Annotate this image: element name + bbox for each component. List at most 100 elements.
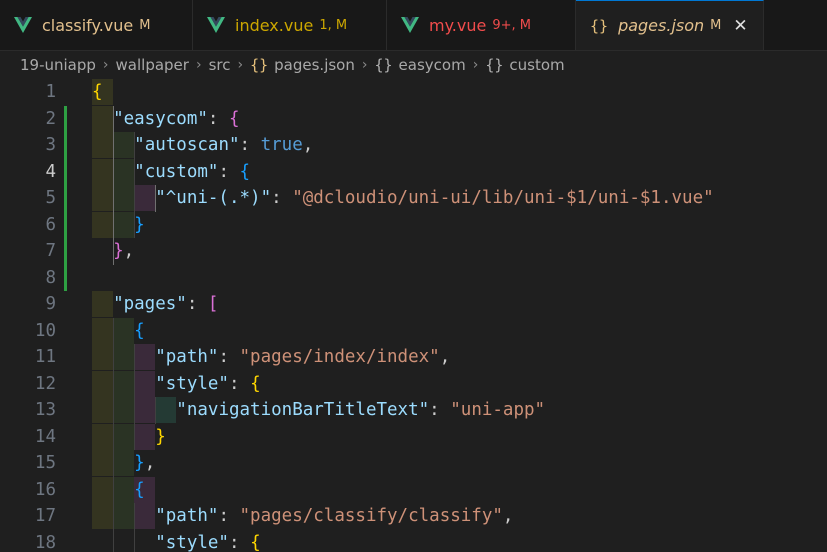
line-number: 17 xyxy=(34,506,56,526)
code-text: { xyxy=(92,79,103,105)
tab-my-vue[interactable]: my.vue 9+, M xyxy=(387,0,576,50)
code-token: } xyxy=(113,241,124,261)
breadcrumb-item[interactable]: src xyxy=(209,56,231,74)
tab-label: my.vue xyxy=(429,15,487,35)
line-number: 16 xyxy=(34,479,56,500)
code-token: { xyxy=(228,108,240,129)
code-token: { xyxy=(92,82,103,102)
line-number: 10 xyxy=(34,320,56,341)
tab-status-badge: M xyxy=(710,18,722,33)
tab-label: index.vue xyxy=(235,15,314,35)
line-number: 8 xyxy=(45,267,56,288)
code-line[interactable]: 15 }, xyxy=(0,450,827,476)
code-token: "path" xyxy=(155,506,219,526)
breadcrumb-item[interactable]: 19-uniapp xyxy=(20,56,96,74)
code-text: "pages": [ xyxy=(92,291,218,317)
code-token: } xyxy=(134,214,145,235)
code-text: "path": "pages/index/index", xyxy=(92,344,450,370)
code-token: : xyxy=(218,506,240,526)
code-text: "autoscan": true, xyxy=(92,132,313,158)
breadcrumb-item[interactable]: wallpaper xyxy=(116,56,189,74)
code-token: : xyxy=(186,294,208,314)
code-token: : xyxy=(218,161,240,182)
line-number: 18 xyxy=(34,532,56,552)
line-number: 14 xyxy=(34,426,56,447)
tab-classify-vue[interactable]: classify.vue M xyxy=(0,0,193,50)
code-line[interactable]: 3 "autoscan": true, xyxy=(0,132,827,158)
chevron-right-icon: › xyxy=(361,57,368,73)
code-line[interactable]: 9 "pages": [ xyxy=(0,291,827,317)
breadcrumb-item[interactable]: {} easycom xyxy=(374,56,465,74)
code-line[interactable]: 6 } xyxy=(0,212,827,238)
code-token: "autoscan" xyxy=(134,135,240,155)
code-line[interactable]: 17 "path": "pages/classify/classify", xyxy=(0,503,827,529)
tab-pages-json[interactable]: {} pages.json M ✕ xyxy=(576,0,764,50)
tab-label: classify.vue xyxy=(42,15,134,35)
code-token: } xyxy=(134,453,145,473)
code-token: : xyxy=(207,108,229,129)
code-line[interactable]: 2 "easycom": { xyxy=(0,106,827,132)
code-token: true xyxy=(260,135,303,155)
vue-icon xyxy=(401,17,419,33)
code-text: "custom": { xyxy=(92,159,250,185)
code-token: : xyxy=(429,400,451,420)
line-number: 7 xyxy=(45,241,56,261)
code-line[interactable]: 12 "style": { xyxy=(0,371,827,397)
code-line[interactable]: 4 "custom": { xyxy=(0,159,827,185)
chevron-right-icon: › xyxy=(472,57,479,73)
object-icon: {} xyxy=(374,56,393,74)
line-number: 6 xyxy=(45,214,56,235)
code-token: "style" xyxy=(155,373,229,394)
code-line[interactable]: 11 "path": "pages/index/index", xyxy=(0,344,827,370)
breadcrumb-label: src xyxy=(208,56,231,74)
tab-index-vue[interactable]: index.vue 1, M xyxy=(193,0,387,50)
object-icon: {} xyxy=(485,56,504,74)
vue-icon xyxy=(207,17,225,33)
close-icon[interactable]: ✕ xyxy=(733,16,747,36)
code-token: { xyxy=(239,161,251,182)
code-text: "path": "pages/classify/classify", xyxy=(92,503,513,529)
code-token: { xyxy=(250,373,261,394)
breadcrumb-item[interactable]: {} custom xyxy=(485,56,564,74)
line-number: 3 xyxy=(45,135,56,155)
code-token: } xyxy=(155,426,166,447)
code-line[interactable]: 13 "navigationBarTitleText": "uni-app" xyxy=(0,397,827,423)
code-token: "navigationBarTitleText" xyxy=(176,400,430,420)
code-text: "navigationBarTitleText": "uni-app" xyxy=(92,397,545,423)
chevron-right-icon: › xyxy=(102,57,109,73)
tab-status-badge: M xyxy=(139,17,151,33)
code-line[interactable]: 18 "style": { xyxy=(0,530,827,552)
code-line[interactable]: 7 }, xyxy=(0,238,827,264)
code-token: [ xyxy=(207,294,219,314)
code-token: , xyxy=(502,506,514,526)
code-line[interactable]: 16 { xyxy=(0,477,827,503)
code-line[interactable]: 14 } xyxy=(0,424,827,450)
code-line[interactable]: 5 "^uni-(.*)": "@dcloudio/uni-ui/lib/uni… xyxy=(0,185,827,211)
code-token: "path" xyxy=(155,347,219,367)
code-line[interactable]: 10 { xyxy=(0,318,827,344)
code-text: } xyxy=(92,424,166,450)
breadcrumb-item[interactable]: {} pages.json xyxy=(250,56,355,74)
code-text: }, xyxy=(92,238,134,264)
code-editor[interactable]: 1{2 "easycom": {3 "autoscan": true, 4 "cu… xyxy=(0,79,827,552)
code-line[interactable]: 8 xyxy=(0,265,827,291)
breadcrumb-label: easycom xyxy=(398,56,466,74)
line-number: 4 xyxy=(45,161,56,182)
code-token: "style" xyxy=(155,532,229,552)
code-line[interactable]: 1{ xyxy=(0,79,827,105)
code-token: : xyxy=(271,188,293,208)
code-token: { xyxy=(134,320,145,341)
code-text: }, xyxy=(92,450,155,476)
code-token: : xyxy=(218,347,240,367)
